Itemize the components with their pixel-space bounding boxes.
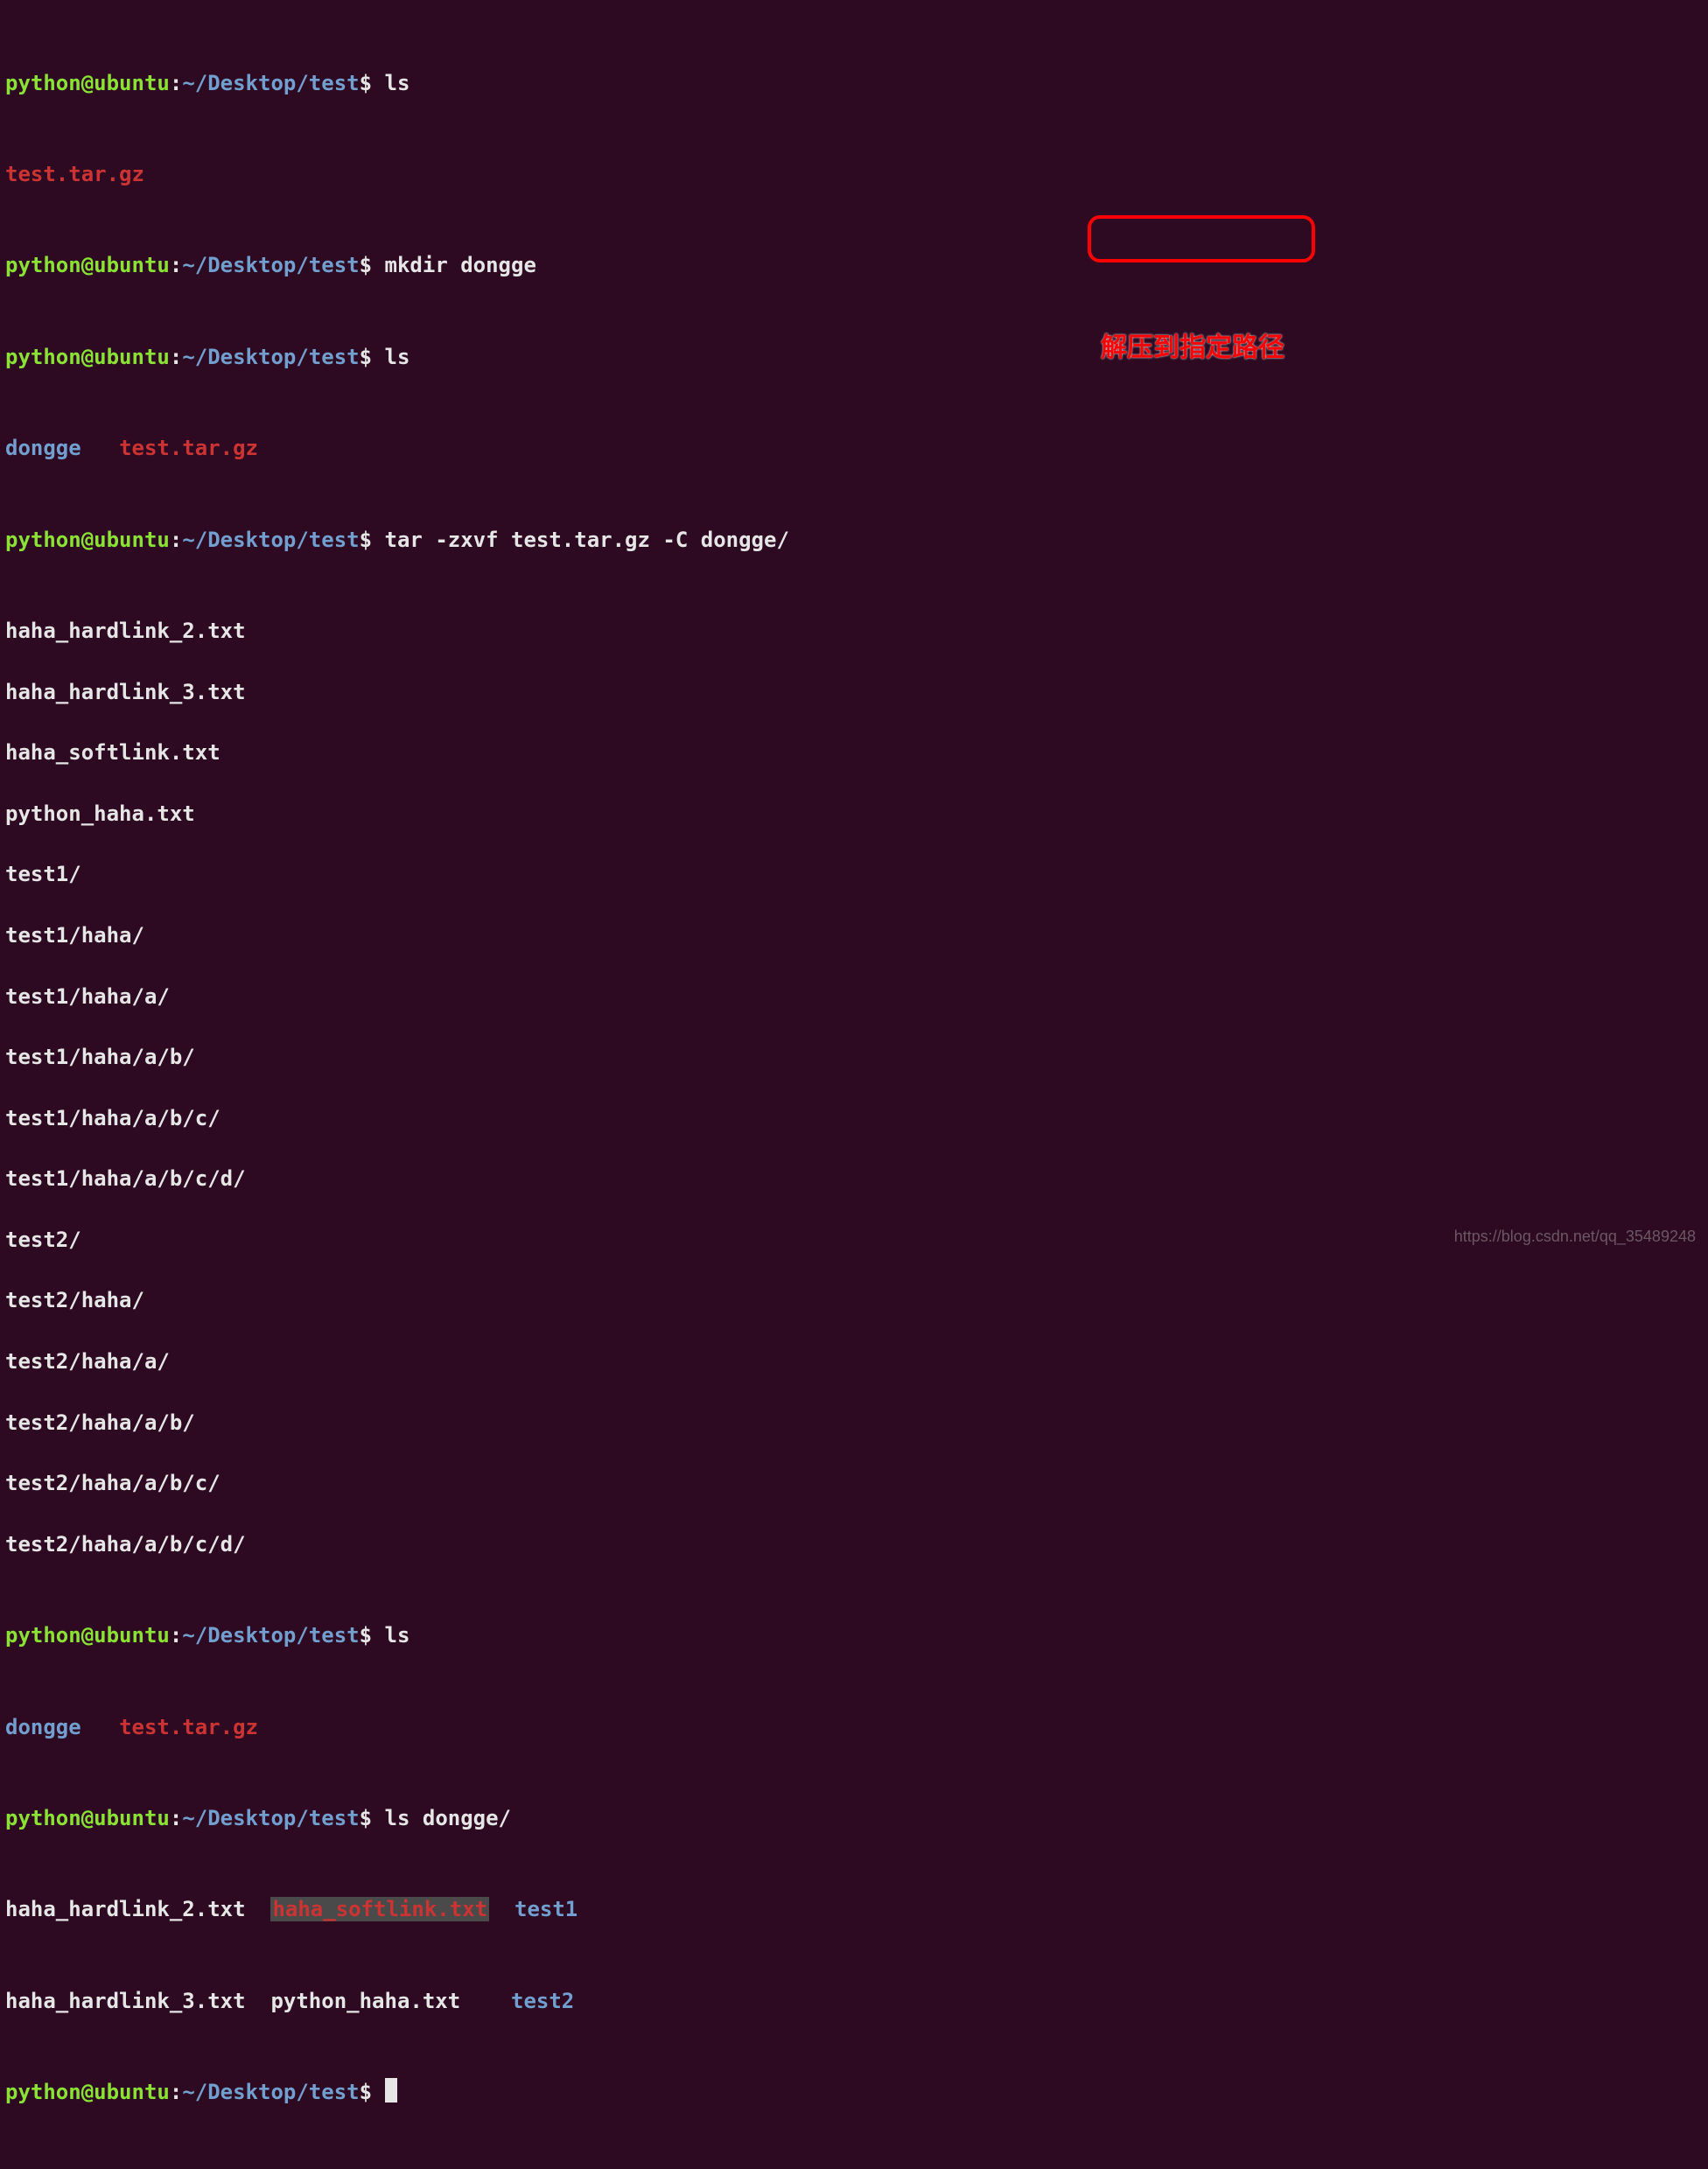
- output-line: test2/haha/a/: [5, 1347, 1703, 1377]
- cmd-ls: ls: [385, 345, 410, 369]
- cmd-mkdir: mkdir dongge: [385, 253, 536, 277]
- dir-dongge: dongge: [5, 436, 81, 460]
- output-line: test1/haha/a/b/c/: [5, 1103, 1703, 1134]
- cmd-ls: ls: [385, 71, 410, 95]
- ls-file: haha_hardlink_2.txt: [5, 1897, 246, 1921]
- output-line: test2/haha/a/b/: [5, 1408, 1703, 1438]
- terminal[interactable]: python@ubuntu:~/Desktop/test$ ls test.ta…: [5, 7, 1703, 2169]
- file-archive: test.tar.gz: [5, 162, 144, 186]
- prompt-path: ~/Desktop/test: [182, 71, 359, 95]
- output-line: test2/: [5, 1225, 1703, 1256]
- watermark: https://blog.csdn.net/qq_35489248: [1454, 1225, 1696, 1248]
- output-line: haha_hardlink_3.txt python_haha.txt test…: [5, 1986, 1703, 2017]
- output-line: python_haha.txt: [5, 799, 1703, 829]
- prompt-line[interactable]: python@ubuntu:~/Desktop/test$ ls: [5, 68, 1703, 99]
- output-line: test1/haha/a/b/: [5, 1042, 1703, 1073]
- dir-dongge: dongge: [5, 1715, 81, 1739]
- output-line: haha_hardlink_2.txt: [5, 616, 1703, 647]
- prompt-line[interactable]: python@ubuntu:~/Desktop/test$ mkdir dong…: [5, 250, 1703, 281]
- ls-file: haha_hardlink_3.txt: [5, 1989, 246, 2013]
- output-line: haha_hardlink_3.txt: [5, 677, 1703, 708]
- prompt-line[interactable]: python@ubuntu:~/Desktop/test$: [5, 2077, 1703, 2108]
- prompt-user: python: [5, 71, 81, 95]
- output-line: dongge test.tar.gz: [5, 433, 1703, 464]
- prompt-line[interactable]: python@ubuntu:~/Desktop/test$ ls: [5, 1620, 1703, 1651]
- cmd-tar-suffix: -C dongge/: [662, 528, 789, 552]
- file-archive: test.tar.gz: [119, 436, 258, 460]
- prompt-line[interactable]: python@ubuntu:~/Desktop/test$ tar -zxvf …: [5, 525, 1703, 556]
- file-archive: test.tar.gz: [119, 1715, 258, 1739]
- annotation-box: [1088, 215, 1315, 262]
- output-line: test.tar.gz: [5, 159, 1703, 190]
- cmd-ls-dir: ls dongge/: [385, 1806, 512, 1830]
- ls-dir: test2: [511, 1989, 574, 2013]
- output-line: test1/: [5, 859, 1703, 890]
- prompt-line[interactable]: python@ubuntu:~/Desktop/test$ ls: [5, 342, 1703, 373]
- cmd-tar-prefix: tar -zxvf test.tar.gz: [385, 528, 663, 552]
- cursor-block[interactable]: [385, 2078, 397, 2103]
- output-line: test2/haha/: [5, 1285, 1703, 1316]
- prompt-at: @: [81, 71, 94, 95]
- ls-dir: test1: [514, 1897, 578, 1921]
- output-line: haha_hardlink_2.txt haha_softlink.txt te…: [5, 1894, 1703, 1925]
- output-line: test2/haha/a/b/c/d/: [5, 1529, 1703, 1560]
- annotation-text: 解压到指定路径: [1101, 331, 1311, 367]
- prompt-colon: :: [170, 71, 182, 95]
- output-line: test2/haha/a/b/c/: [5, 1468, 1703, 1499]
- cmd-ls: ls: [385, 1623, 410, 1648]
- output-line: test1/haha/a/b/c/d/: [5, 1164, 1703, 1194]
- output-line: haha_softlink.txt: [5, 738, 1703, 768]
- prompt-host: ubuntu: [94, 71, 170, 95]
- output-line: test1/haha/a/: [5, 982, 1703, 1012]
- prompt-line[interactable]: python@ubuntu:~/Desktop/test$ ls dongge/: [5, 1803, 1703, 1834]
- ls-softlink: haha_softlink.txt: [270, 1897, 489, 1921]
- output-line: test1/haha/: [5, 920, 1703, 951]
- prompt-symbol: $: [360, 71, 372, 95]
- output-line: dongge test.tar.gz: [5, 1712, 1703, 1743]
- ls-file: python_haha.txt: [270, 1989, 460, 2013]
